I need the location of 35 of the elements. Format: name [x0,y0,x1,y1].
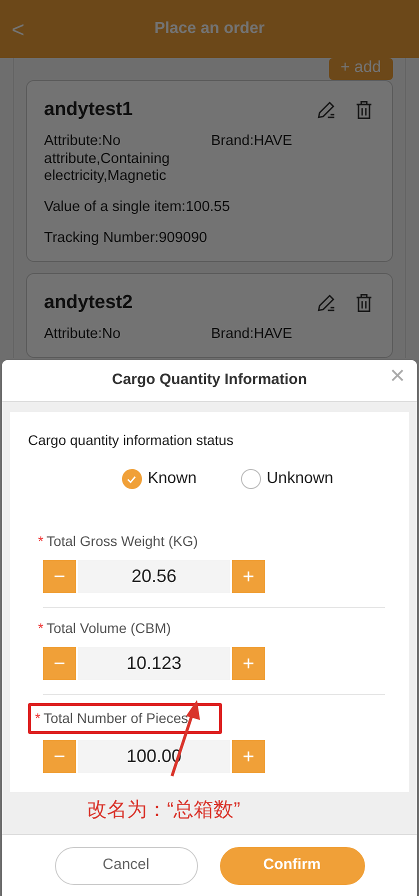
add-button[interactable]: + add [328,58,393,80]
minus-button[interactable]: − [43,740,76,773]
plus-button[interactable]: + [232,740,265,773]
confirm-button[interactable]: Confirm [220,846,364,884]
number-field[interactable]: 20.56 [78,560,230,593]
dialog-title: Cargo Quantity Information [112,370,307,390]
detail-text: Tracking Number:909090 [44,230,208,247]
plus-button[interactable]: + [232,647,265,680]
brand-text: Brand:HAVE [211,133,292,152]
brand-text: Brand:HAVE [211,326,292,344]
radio-label[interactable]: Unknown [266,467,334,491]
back-button[interactable]: < [0,12,36,46]
plus-button[interactable]: + [232,560,265,593]
field-label: * Total Number of Pieces [34,709,190,728]
cancel-button[interactable]: Cancel [54,846,198,884]
field-label: * Total Gross Weight (KG) [37,532,199,551]
status-label: Cargo quantity information status [27,431,234,450]
edit-icon[interactable] [315,99,337,122]
minus-button[interactable]: − [43,560,76,593]
page-title: Place an order [153,19,266,39]
number-field[interactable]: 10.123 [78,647,230,680]
annotation-text: 改名为：“总箱数” [87,799,240,821]
detail-text: Value of a single item:100.55 [44,198,231,216]
radio-circle[interactable] [122,469,142,489]
radio-label[interactable]: Known [148,467,197,491]
check-icon [126,474,138,484]
close-button[interactable]: × [386,362,409,388]
radio-circle[interactable] [240,469,261,489]
attribute-text: Attribute:No attribute,Containing electricity,Magnetic [44,133,171,185]
minus-button[interactable]: − [43,647,76,680]
item-name: andytest1 [44,99,134,122]
field-label: * Total Volume (CBM) [37,619,172,638]
edit-icon[interactable] [315,292,337,314]
item-name: andytest2 [44,292,134,314]
attribute-text: Attribute:No [44,326,122,344]
